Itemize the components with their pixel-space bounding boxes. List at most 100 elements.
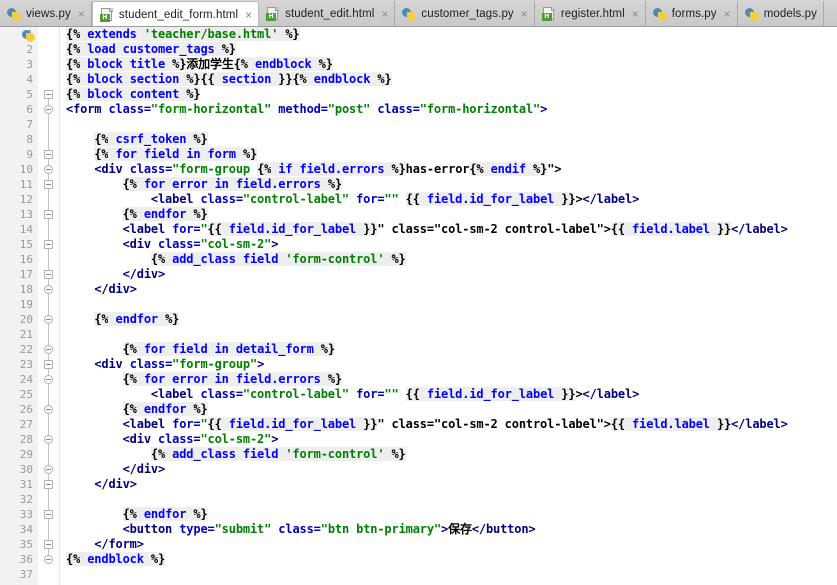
- code-line[interactable]: <div class="form-group {% if field.error…: [66, 162, 837, 177]
- fold-toggle-icon[interactable]: [44, 105, 53, 114]
- code-editor[interactable]: 1234567891011121314151617181920212223242…: [0, 27, 837, 585]
- line-number: 36: [19, 553, 33, 566]
- fold-row: [38, 147, 59, 162]
- code-line[interactable]: <div class="col-sm-2">: [66, 432, 837, 447]
- code-line[interactable]: <div class="col-sm-2">: [66, 237, 837, 252]
- fold-toggle-icon[interactable]: [44, 270, 53, 279]
- line-number: 32: [19, 493, 33, 506]
- fold-toggle-icon[interactable]: [44, 210, 53, 219]
- fold-row: [38, 162, 59, 177]
- code-line[interactable]: {% block title %}添加学生{% endblock %}: [66, 57, 837, 72]
- editor-tab-customer-tags-py[interactable]: customer_tags.py ×: [395, 1, 535, 26]
- code-line[interactable]: {% load customer_tags %}: [66, 42, 837, 57]
- line-number: 10: [19, 163, 33, 176]
- editor-tab-student-edit-html[interactable]: Hstudent_edit.html ×: [259, 1, 396, 26]
- line-number: 3: [26, 58, 33, 71]
- fold-row: [38, 207, 59, 222]
- code-line[interactable]: </div>: [66, 282, 837, 297]
- line-number: 29: [19, 448, 33, 461]
- code-line[interactable]: <label class="control-label" for="" {{ f…: [66, 192, 837, 207]
- code-line[interactable]: <form class="form-horizontal" method="po…: [66, 102, 837, 117]
- code-line[interactable]: <label for="{{ field.id_for_label }}" cl…: [66, 222, 837, 237]
- fold-row: [38, 117, 59, 132]
- line-number: 24: [19, 373, 33, 386]
- editor-tab-forms-py[interactable]: forms.py ×: [646, 1, 738, 26]
- html-file-icon: H: [541, 7, 556, 21]
- code-line[interactable]: <label for="{{ field.id_for_label }}" cl…: [66, 417, 837, 432]
- fold-toggle-icon[interactable]: [44, 285, 53, 294]
- fold-toggle-icon[interactable]: [44, 435, 53, 444]
- code-line[interactable]: {% extends 'teacher/base.html' %}: [66, 27, 837, 42]
- code-line[interactable]: {% for error in field.errors %}: [66, 177, 837, 192]
- fold-row: [38, 432, 59, 447]
- code-line[interactable]: {% endfor %}: [66, 207, 837, 222]
- code-line[interactable]: {% add_class field 'form-control' %}: [66, 447, 837, 462]
- code-line[interactable]: {% block section %}{{ section }}{% endbl…: [66, 72, 837, 87]
- fold-toggle-icon[interactable]: [44, 345, 53, 354]
- code-line[interactable]: {% csrf_token %}: [66, 132, 837, 147]
- fold-toggle-icon[interactable]: [44, 540, 53, 549]
- fold-toggle-icon[interactable]: [44, 180, 53, 189]
- close-icon[interactable]: ×: [722, 8, 731, 20]
- code-line[interactable]: {% block content %}: [66, 87, 837, 102]
- code-line[interactable]: {% endfor %}: [66, 312, 837, 327]
- fold-row: [38, 357, 59, 372]
- line-number: 8: [26, 133, 33, 146]
- code-line[interactable]: {% add_class field 'form-control' %}: [66, 252, 837, 267]
- fold-toggle-icon[interactable]: [44, 315, 53, 324]
- line-number: 4: [26, 73, 33, 86]
- line-number: 23: [19, 358, 33, 371]
- code-line[interactable]: </div>: [66, 462, 837, 477]
- close-icon[interactable]: ×: [243, 9, 252, 21]
- close-icon[interactable]: ×: [519, 8, 528, 20]
- fold-toggle-icon[interactable]: [44, 480, 53, 489]
- line-number: 30: [19, 463, 33, 476]
- fold-toggle-icon[interactable]: [44, 360, 53, 369]
- code-line[interactable]: [66, 117, 837, 132]
- editor-tab-models-py[interactable]: models.py: [738, 1, 825, 26]
- line-number: 35: [19, 538, 33, 551]
- line-number: 37: [19, 568, 33, 581]
- editor-tab-register-html[interactable]: Hregister.html ×: [535, 1, 646, 26]
- editor-tab-student-edit-form-html[interactable]: Hstudent_edit_form.html ×: [91, 1, 260, 26]
- code-fold-column[interactable]: [38, 27, 60, 585]
- code-line[interactable]: <label class="control-label" for="" {{ f…: [66, 387, 837, 402]
- fold-toggle-icon[interactable]: [44, 375, 53, 384]
- fold-row: [38, 327, 59, 342]
- fold-toggle-icon[interactable]: [44, 90, 53, 99]
- code-line[interactable]: {% endfor %}: [66, 402, 837, 417]
- fold-row: [38, 87, 59, 102]
- close-icon[interactable]: ×: [630, 8, 639, 20]
- code-line[interactable]: {% endfor %}: [66, 507, 837, 522]
- code-line[interactable]: <button type="submit" class="btn btn-pri…: [66, 522, 837, 537]
- close-icon[interactable]: ×: [76, 8, 85, 20]
- code-line[interactable]: {% endblock %}: [66, 552, 837, 567]
- editor-tab-views-py[interactable]: views.py ×: [0, 1, 92, 26]
- fold-toggle-icon[interactable]: [44, 165, 53, 174]
- python-file-icon: [7, 7, 21, 21]
- code-line[interactable]: [66, 567, 837, 582]
- fold-toggle-icon[interactable]: [44, 555, 53, 564]
- code-line[interactable]: </form>: [66, 537, 837, 552]
- html-file-icon: H: [99, 7, 114, 22]
- code-line[interactable]: {% for field in form %}: [66, 147, 837, 162]
- fold-toggle-icon[interactable]: [44, 240, 53, 249]
- fold-toggle-icon[interactable]: [44, 150, 53, 159]
- close-icon[interactable]: ×: [379, 8, 388, 20]
- code-line[interactable]: {% for field in detail_form %}: [66, 342, 837, 357]
- code-line[interactable]: {% for error in field.errors %}: [66, 372, 837, 387]
- code-line[interactable]: [66, 297, 837, 312]
- line-number: 2: [26, 43, 33, 56]
- code-line[interactable]: [66, 327, 837, 342]
- fold-toggle-icon[interactable]: [44, 405, 53, 414]
- code-content-area[interactable]: {% extends 'teacher/base.html' %} {% load…: [60, 27, 837, 585]
- fold-toggle-icon[interactable]: [44, 465, 53, 474]
- fold-row: [38, 42, 59, 57]
- code-line[interactable]: </div>: [66, 267, 837, 282]
- fold-toggle-icon[interactable]: [44, 510, 53, 519]
- code-line[interactable]: </div>: [66, 477, 837, 492]
- editor-tab-bar[interactable]: views.py × Hstudent_edit_form.html × Hstuden…: [0, 0, 837, 27]
- line-number: 27: [19, 418, 33, 431]
- code-line[interactable]: [66, 492, 837, 507]
- code-line[interactable]: <div class="form-group">: [66, 357, 837, 372]
